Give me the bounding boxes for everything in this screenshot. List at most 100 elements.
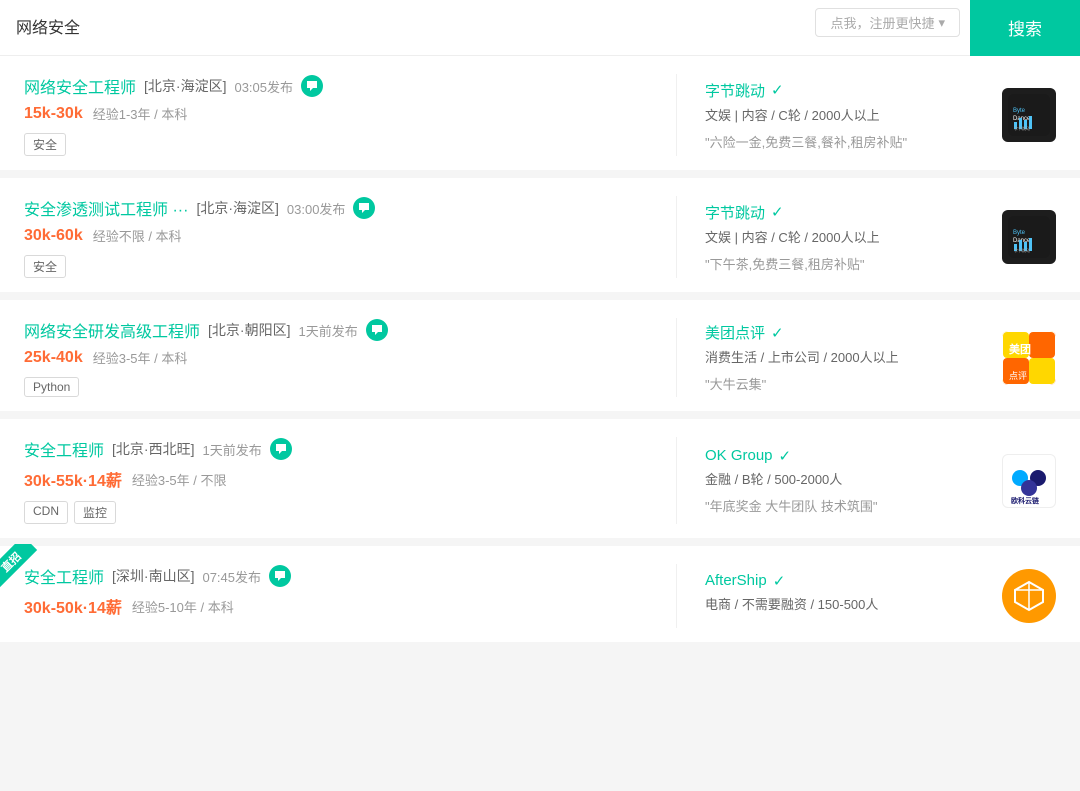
chat-icon[interactable] bbox=[301, 75, 323, 97]
job-left: 网络安全研发高级工程师 [北京·朝阳区] 1天前发布 25k-40k 经验3-5… bbox=[24, 318, 676, 397]
job-right: 字节跳动 ✓ 文娱 | 内容 / C轮 / 2000人以上 "六险一金,免费三餐… bbox=[676, 74, 1056, 156]
company-name-row: 美团点评 ✓ bbox=[705, 322, 990, 343]
company-desc: 文娱 | 内容 / C轮 / 2000人以上 bbox=[705, 227, 990, 246]
company-logo: Byte Dance 字节跳动 bbox=[1002, 210, 1056, 264]
job-tag: 安全 bbox=[24, 133, 66, 156]
job-tag: 监控 bbox=[74, 501, 116, 524]
job-tags: 安全 bbox=[24, 255, 646, 278]
hint-tooltip[interactable]: 点我，注册更快捷 ▾ bbox=[815, 8, 960, 37]
job-exp-row: 25k-40k 经验3-5年 / 本科 bbox=[24, 348, 646, 367]
job-title-row: 安全工程师 [深圳·南山区] 07:45发布 bbox=[24, 564, 646, 588]
svg-text:Dance: Dance bbox=[1013, 238, 1031, 244]
job-exp: 经验不限 / 本科 bbox=[93, 226, 182, 245]
svg-text:点评: 点评 bbox=[1009, 371, 1027, 381]
job-card[interactable]: 安全工程师 [北京·西北旺] 1天前发布 30k-55k·14薪 经验3-5年 … bbox=[0, 419, 1080, 538]
chat-icon[interactable] bbox=[366, 319, 388, 341]
company-logo: 欧科云链 bbox=[1002, 454, 1056, 508]
svg-text:Byte: Byte bbox=[1013, 108, 1026, 114]
job-right: 美团点评 ✓ 消费生活 / 上市公司 / 2000人以上 "大牛云集" 美团 点… bbox=[676, 318, 1056, 397]
verified-icon: ✓ bbox=[773, 572, 786, 590]
job-location: [深圳·南山区] bbox=[112, 566, 194, 586]
job-salary: 15k-30k bbox=[24, 105, 83, 123]
job-tag: CDN bbox=[24, 501, 68, 524]
job-tag: 安全 bbox=[24, 255, 66, 278]
job-tag: Python bbox=[24, 377, 79, 397]
svg-text:字节跳动: 字节跳动 bbox=[1014, 247, 1030, 253]
verified-icon: ✓ bbox=[779, 447, 792, 465]
company-name[interactable]: 美团点评 bbox=[705, 322, 765, 343]
job-right: AfterShip ✓ 电商 / 不需要融资 / 150-500人 bbox=[676, 564, 1056, 628]
job-time: 1天前发布 bbox=[298, 321, 357, 340]
svg-text:字节跳动: 字节跳动 bbox=[1014, 125, 1030, 131]
job-card[interactable]: 安全工程师 [深圳·南山区] 07:45发布 30k-50k·14薪 经验5-1… bbox=[0, 546, 1080, 642]
company-name-row: 字节跳动 ✓ bbox=[705, 80, 990, 101]
job-right: OK Group ✓ 金融 / B轮 / 500-2000人 "年底奖金 大牛团… bbox=[676, 437, 1056, 524]
job-salary: 30k-60k bbox=[24, 227, 83, 245]
job-tags: 安全 bbox=[24, 133, 646, 156]
chevron-down-icon: ▾ bbox=[938, 15, 945, 31]
job-exp-row: 15k-30k 经验1-3年 / 本科 bbox=[24, 104, 646, 123]
search-input[interactable] bbox=[16, 17, 954, 35]
job-time: 03:00发布 bbox=[287, 199, 346, 218]
verified-icon: ✓ bbox=[771, 324, 784, 342]
svg-text:Dance: Dance bbox=[1013, 116, 1031, 122]
company-info: 字节跳动 ✓ 文娱 | 内容 / C轮 / 2000人以上 "六险一金,免费三餐… bbox=[705, 80, 990, 151]
svg-text:欧科云链: 欧科云链 bbox=[1011, 496, 1039, 505]
job-time: 1天前发布 bbox=[202, 440, 261, 459]
job-title[interactable]: 网络安全工程师 bbox=[24, 74, 136, 98]
job-time: 07:45发布 bbox=[202, 567, 261, 586]
job-salary: 30k-50k·14薪 bbox=[24, 594, 122, 618]
job-location: [北京·海淀区] bbox=[196, 198, 278, 218]
job-title[interactable]: 安全渗透测试工程师 ··· bbox=[24, 196, 188, 220]
company-logo: 美团 点评 bbox=[1002, 331, 1056, 385]
company-logo: Byte Dance 字节跳动 bbox=[1002, 88, 1056, 142]
hint-text: 点我，注册更快捷 bbox=[830, 13, 934, 32]
company-desc: 消费生活 / 上市公司 / 2000人以上 bbox=[705, 347, 990, 366]
job-title-row: 网络安全工程师 [北京·海淀区] 03:05发布 bbox=[24, 74, 646, 98]
job-left: 网络安全工程师 [北京·海淀区] 03:05发布 15k-30k 经验1-3年 … bbox=[24, 74, 676, 156]
job-left: 安全渗透测试工程师 ··· [北京·海淀区] 03:00发布 30k-60k 经… bbox=[24, 196, 676, 278]
job-card[interactable]: 安全渗透测试工程师 ··· [北京·海淀区] 03:00发布 30k-60k 经… bbox=[0, 178, 1080, 292]
company-info: OK Group ✓ 金融 / B轮 / 500-2000人 "年底奖金 大牛团… bbox=[705, 447, 990, 515]
company-name[interactable]: 字节跳动 bbox=[705, 80, 765, 101]
company-slogan: "大牛云集" bbox=[705, 374, 990, 393]
company-desc: 电商 / 不需要融资 / 150-500人 bbox=[705, 594, 990, 613]
svg-text:美团: 美团 bbox=[1009, 342, 1031, 356]
job-salary: 25k-40k bbox=[24, 349, 83, 367]
job-card[interactable]: 网络安全工程师 [北京·海淀区] 03:05发布 15k-30k 经验1-3年 … bbox=[0, 56, 1080, 170]
job-right: 字节跳动 ✓ 文娱 | 内容 / C轮 / 2000人以上 "下午茶,免费三餐,… bbox=[676, 196, 1056, 278]
job-title[interactable]: 安全工程师 bbox=[24, 437, 104, 461]
job-title-row: 安全渗透测试工程师 ··· [北京·海淀区] 03:00发布 bbox=[24, 196, 646, 220]
job-tags: Python bbox=[24, 377, 646, 397]
company-desc: 金融 / B轮 / 500-2000人 bbox=[705, 469, 990, 488]
company-name[interactable]: 字节跳动 bbox=[705, 202, 765, 223]
company-name-row: 字节跳动 ✓ bbox=[705, 202, 990, 223]
job-exp-row: 30k-50k·14薪 经验5-10年 / 本科 bbox=[24, 594, 646, 618]
search-button[interactable]: 搜索 bbox=[970, 0, 1080, 56]
job-title[interactable]: 网络安全研发高级工程师 bbox=[24, 318, 200, 342]
job-title-row: 网络安全研发高级工程师 [北京·朝阳区] 1天前发布 bbox=[24, 318, 646, 342]
verified-icon: ✓ bbox=[771, 203, 784, 221]
company-desc: 文娱 | 内容 / C轮 / 2000人以上 bbox=[705, 105, 990, 124]
job-location: [北京·海淀区] bbox=[144, 76, 226, 96]
job-exp: 经验5-10年 / 本科 bbox=[132, 597, 234, 616]
company-name[interactable]: OK Group bbox=[705, 447, 773, 464]
job-card[interactable]: 网络安全研发高级工程师 [北京·朝阳区] 1天前发布 25k-40k 经验3-5… bbox=[0, 300, 1080, 411]
job-exp-row: 30k-60k 经验不限 / 本科 bbox=[24, 226, 646, 245]
chat-icon[interactable] bbox=[269, 565, 291, 587]
company-info: AfterShip ✓ 电商 / 不需要融资 / 150-500人 bbox=[705, 572, 990, 621]
job-location: [北京·朝阳区] bbox=[208, 320, 290, 340]
job-exp: 经验3-5年 / 不限 bbox=[132, 470, 227, 489]
job-exp-row: 30k-55k·14薪 经验3-5年 / 不限 bbox=[24, 467, 646, 491]
job-left: 安全工程师 [深圳·南山区] 07:45发布 30k-50k·14薪 经验5-1… bbox=[24, 564, 676, 628]
company-name[interactable]: AfterShip bbox=[705, 572, 767, 589]
job-exp: 经验1-3年 / 本科 bbox=[93, 104, 188, 123]
search-bar: 点我，注册更快捷 ▾ 搜索 bbox=[0, 0, 1080, 56]
chat-icon[interactable] bbox=[353, 197, 375, 219]
verified-icon: ✓ bbox=[771, 81, 784, 99]
company-name-row: OK Group ✓ bbox=[705, 447, 990, 465]
chat-icon[interactable] bbox=[270, 438, 292, 460]
company-name-row: AfterShip ✓ bbox=[705, 572, 990, 590]
company-info: 美团点评 ✓ 消费生活 / 上市公司 / 2000人以上 "大牛云集" bbox=[705, 322, 990, 393]
job-time: 03:05发布 bbox=[234, 77, 293, 96]
